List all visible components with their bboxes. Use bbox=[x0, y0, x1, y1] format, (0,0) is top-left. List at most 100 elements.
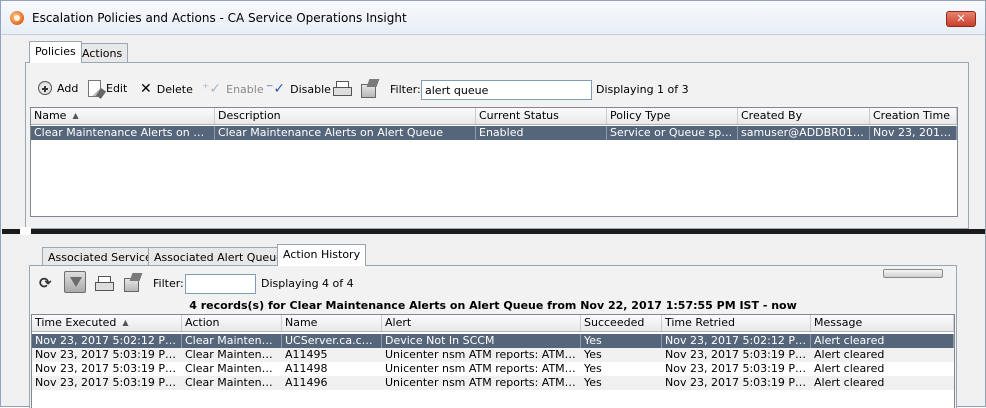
export-icon bbox=[359, 79, 379, 98]
succeeded-cell: Yes bbox=[584, 376, 602, 389]
column-header-message[interactable]: Message bbox=[811, 315, 954, 331]
filter-label: Filter: bbox=[390, 83, 421, 96]
history-filter-input[interactable] bbox=[185, 274, 256, 294]
edit-label: Edit bbox=[106, 82, 128, 95]
name-cell: A11496 bbox=[285, 376, 328, 389]
message-cell: Alert cleared bbox=[814, 376, 885, 389]
tab-policies[interactable]: Policies bbox=[29, 41, 82, 63]
column-header-alert[interactable]: Alert bbox=[382, 315, 581, 331]
print-icon bbox=[95, 276, 114, 291]
sort-ascending-icon: ▲ bbox=[122, 318, 129, 327]
policies-table-header: Name ▲ Description Current Status Policy … bbox=[31, 108, 957, 125]
column-header-time-retried[interactable]: Time Retried bbox=[662, 315, 811, 331]
print-button[interactable] bbox=[333, 81, 352, 96]
policy-description-cell: Clear Maintenance Alerts on Alert Queue bbox=[215, 126, 476, 140]
export-button[interactable] bbox=[359, 79, 379, 98]
history-export-button[interactable] bbox=[122, 273, 142, 292]
window-title: Escalation Policies and Actions - CA Ser… bbox=[32, 11, 407, 25]
history-print-button[interactable] bbox=[95, 276, 114, 291]
policy-creation-time-cell: Nov 23, 2017 ... bbox=[870, 126, 957, 140]
column-header-description[interactable]: Description bbox=[215, 108, 476, 124]
column-header-created-by[interactable]: Created By bbox=[738, 108, 870, 124]
policy-name-cell: Clear Maintenance Alerts on Alert ... bbox=[31, 126, 215, 140]
column-header-current-status[interactable]: Current Status bbox=[476, 108, 607, 124]
time-executed-cell: Nov 23, 2017 5:03:19 PM IST bbox=[35, 348, 182, 361]
column-header-succeeded[interactable]: Succeeded bbox=[581, 315, 662, 331]
action-cell: Clear Maintenanc... bbox=[185, 348, 282, 361]
enable-icon: ⁺✓ bbox=[202, 81, 222, 97]
succeeded-cell: Yes bbox=[584, 362, 602, 375]
refresh-icon: ⟳ bbox=[39, 274, 52, 292]
delete-button[interactable]: ✕ Delete bbox=[140, 81, 193, 97]
sort-ascending-icon: ▲ bbox=[72, 111, 79, 120]
filter-toggle-button[interactable] bbox=[64, 271, 86, 293]
name-cell: A11495 bbox=[285, 348, 328, 361]
alert-cell: Unicenter nsm ATM reports: ATM A11... bbox=[385, 376, 581, 389]
action-cell: Clear Maintenanc... bbox=[182, 334, 282, 348]
tab-actions[interactable]: Actions bbox=[76, 43, 129, 63]
add-label: Add bbox=[57, 81, 79, 95]
action-cell: Clear Maintenanc... bbox=[185, 376, 282, 389]
edit-icon bbox=[88, 80, 101, 97]
column-header-name[interactable]: Name ▲ bbox=[31, 108, 215, 124]
edit-button[interactable]: Edit bbox=[88, 80, 127, 97]
policies-table[interactable]: Name ▲ Description Current Status Policy … bbox=[30, 107, 958, 217]
column-header-action[interactable]: Action bbox=[182, 315, 282, 331]
time-retried-cell: Nov 23, 2017 5:03:19 PM IST bbox=[665, 348, 811, 361]
delete-icon: ✕ bbox=[140, 81, 152, 97]
filter-icon bbox=[64, 271, 86, 293]
title-bar[interactable]: Escalation Policies and Actions - CA Ser… bbox=[1, 1, 985, 35]
history-count: Displaying 4 of 4 bbox=[261, 277, 354, 290]
action-history-table[interactable]: Time Executed ▲ Action Name Alert Succeed… bbox=[31, 314, 955, 408]
refresh-button[interactable]: ⟳ bbox=[39, 275, 52, 291]
policy-created-by-cell: samuser@ADDBR01-7470 bbox=[738, 126, 870, 140]
tab-associated-alert-queues[interactable]: Associated Alert Queues bbox=[148, 247, 295, 267]
collapse-button[interactable] bbox=[883, 269, 943, 278]
time-retried-cell: Nov 23, 2017 5:03:19 PM IST bbox=[665, 362, 811, 375]
policies-count: Displaying 1 of 3 bbox=[596, 83, 689, 96]
message-cell: Alert cleared bbox=[814, 348, 885, 361]
policy-row[interactable]: Clear Maintenance Alerts on Alert ... Cl… bbox=[31, 126, 957, 140]
policy-status-cell: Enabled bbox=[476, 126, 607, 140]
disable-label: Disable bbox=[290, 82, 331, 96]
name-cell: UCServer.ca.com bbox=[282, 334, 382, 348]
message-cell: Alert cleared bbox=[814, 362, 885, 375]
disable-icon: ⁻✓ bbox=[266, 81, 286, 97]
history-row[interactable]: Nov 23, 2017 5:03:19 PM IST Clear Mainte… bbox=[32, 376, 954, 390]
add-button[interactable]: Add bbox=[38, 81, 78, 95]
column-header-policy-type[interactable]: Policy Type bbox=[607, 108, 738, 124]
history-row[interactable]: Nov 23, 2017 5:02:12 PM IST Clear Mainte… bbox=[32, 334, 954, 348]
succeeded-cell: Yes bbox=[584, 348, 602, 361]
history-row[interactable]: Nov 23, 2017 5:03:19 PM IST Clear Mainte… bbox=[32, 348, 954, 362]
history-summary: 4 records(s) for Clear Maintenance Alert… bbox=[189, 299, 797, 312]
splitter-collapse-arrows[interactable]: ▲▼ bbox=[20, 227, 31, 235]
history-filter-label: Filter: bbox=[153, 277, 184, 290]
policy-type-cell: Service or Queue specific bbox=[607, 126, 738, 140]
app-logo-icon bbox=[10, 11, 24, 25]
enable-button[interactable]: ⁺✓ Enable bbox=[202, 81, 264, 97]
history-table-header: Time Executed ▲ Action Name Alert Succeed… bbox=[32, 315, 954, 332]
column-header-creation-time[interactable]: Creation Time bbox=[870, 108, 957, 124]
succeeded-cell: Yes bbox=[581, 334, 662, 348]
policies-filter-input[interactable] bbox=[421, 80, 592, 100]
panel-splitter[interactable] bbox=[2, 229, 985, 234]
close-button[interactable]: ✕ bbox=[946, 11, 976, 27]
action-cell: Clear Maintenanc... bbox=[185, 362, 282, 375]
alert-cell: Device Not In SCCM bbox=[382, 334, 581, 348]
time-retried-cell: Nov 23, 2017 5:02:12 PM IST bbox=[662, 334, 811, 348]
alert-cell: Unicenter nsm ATM reports: ATM A11... bbox=[385, 348, 581, 361]
delete-label: Delete bbox=[156, 82, 193, 96]
time-executed-cell: Nov 23, 2017 5:03:19 PM IST bbox=[35, 376, 182, 389]
time-executed-cell: Nov 23, 2017 5:02:12 PM IST bbox=[32, 334, 182, 348]
tab-associated-services[interactable]: Associated Services bbox=[42, 247, 164, 267]
column-header-time-executed[interactable]: Time Executed ▲ bbox=[32, 315, 182, 331]
name-cell: A11498 bbox=[285, 362, 328, 375]
print-icon bbox=[333, 81, 352, 96]
tab-action-history[interactable]: Action History bbox=[277, 244, 367, 266]
history-row[interactable]: Nov 23, 2017 5:03:19 PM IST Clear Mainte… bbox=[32, 362, 954, 376]
add-icon bbox=[38, 81, 52, 95]
enable-label: Enable bbox=[226, 82, 264, 96]
disable-button[interactable]: ⁻✓ Disable bbox=[266, 81, 331, 97]
column-header-name[interactable]: Name bbox=[282, 315, 382, 331]
time-executed-cell: Nov 23, 2017 5:03:19 PM IST bbox=[35, 362, 182, 375]
